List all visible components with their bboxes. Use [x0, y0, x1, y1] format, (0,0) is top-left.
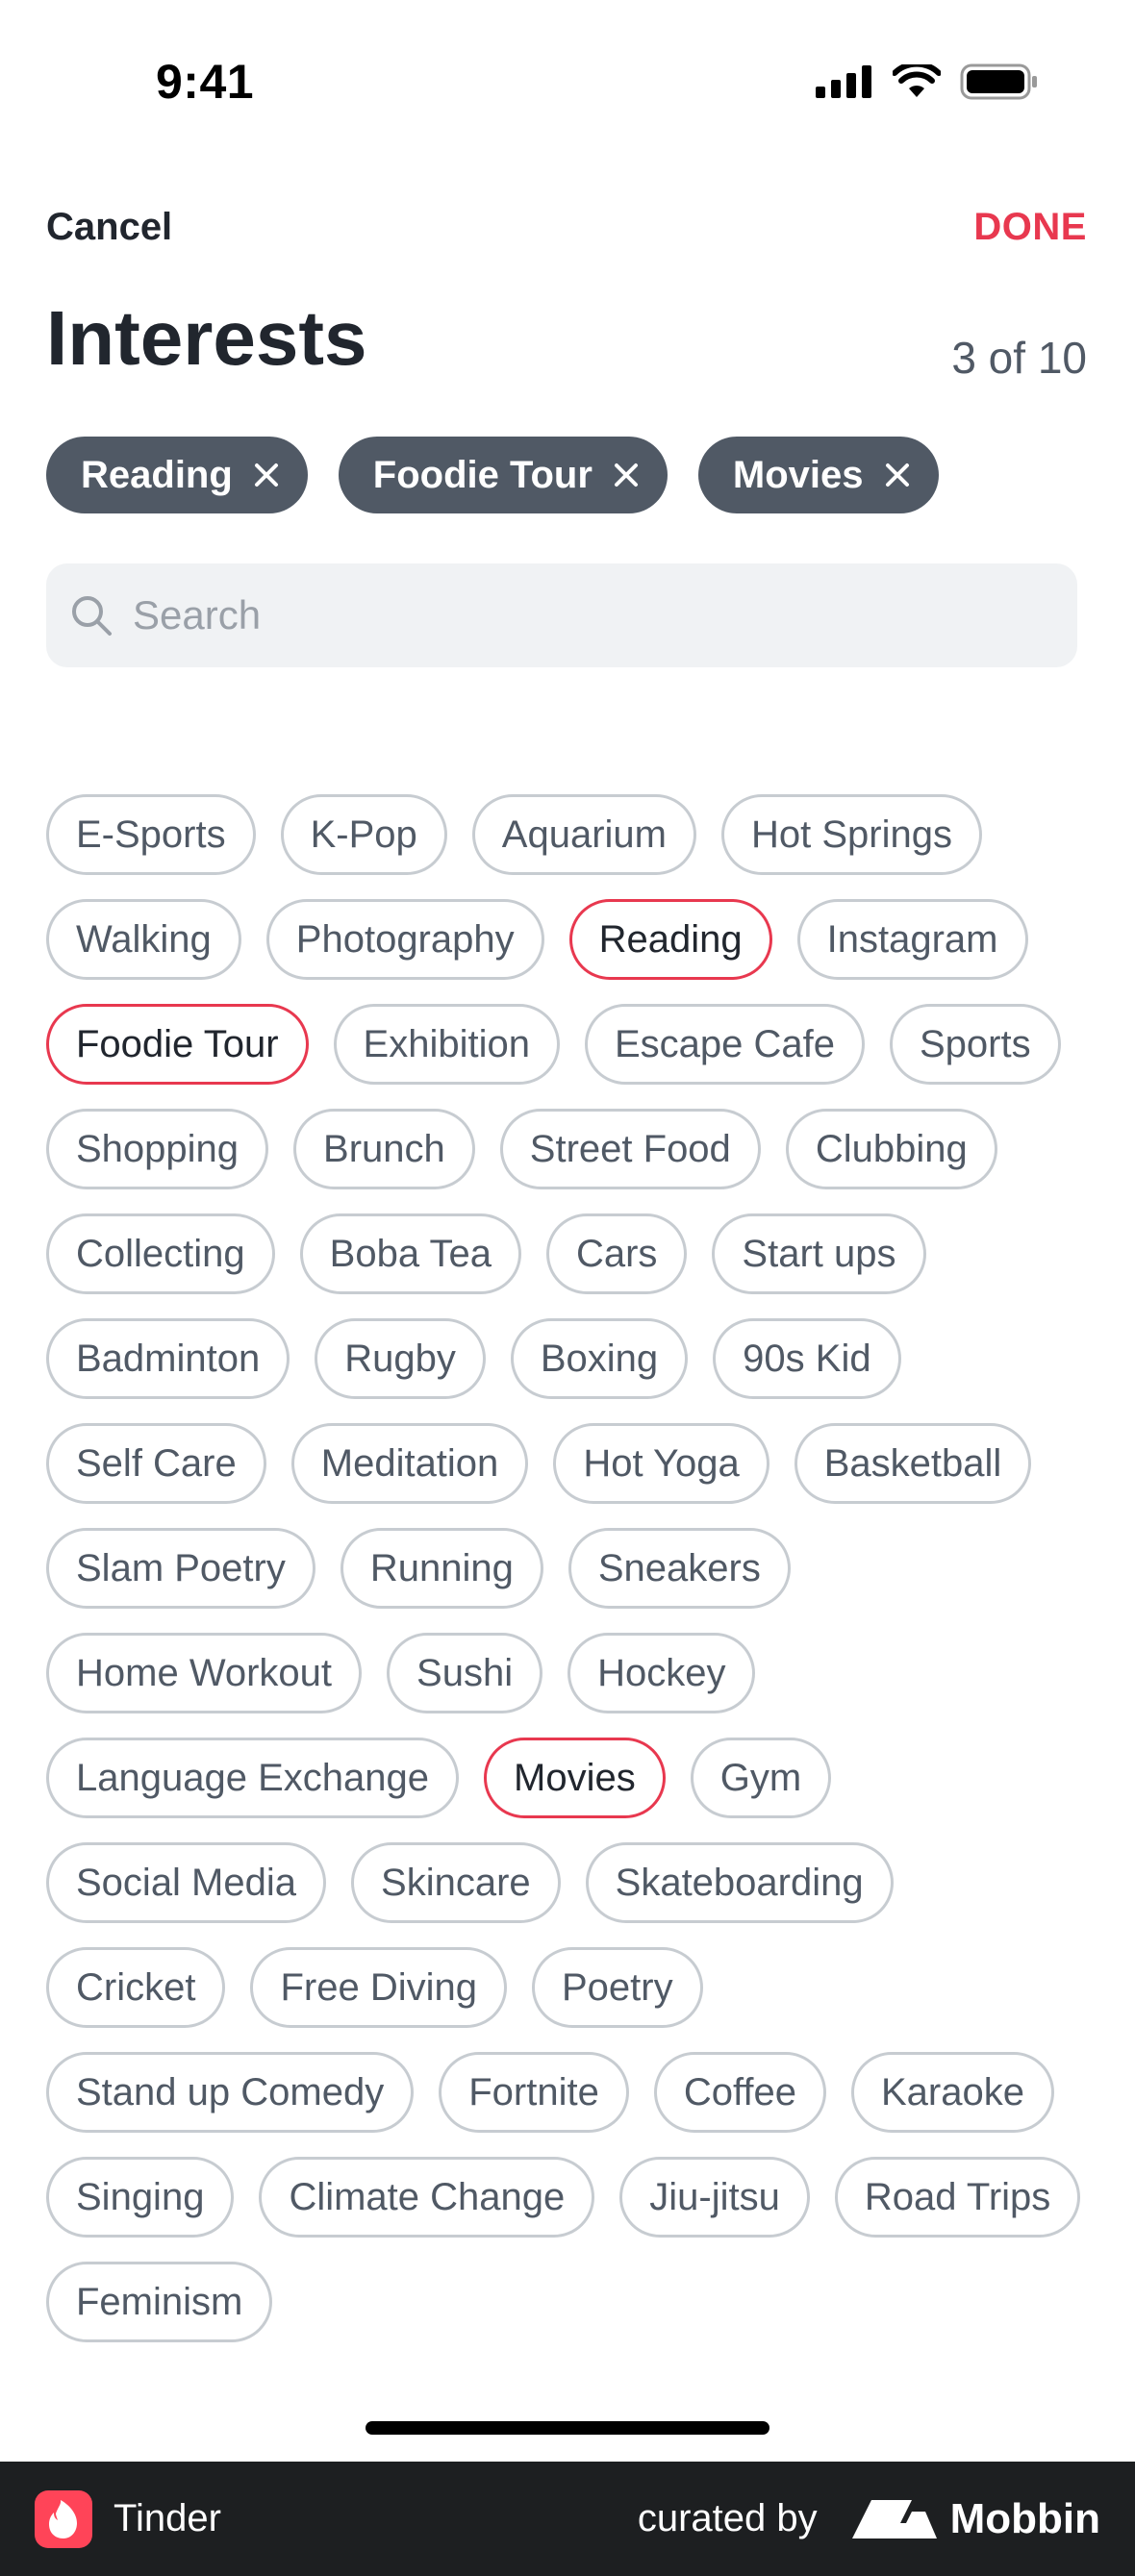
interest-chip[interactable]: Self Care	[46, 1423, 266, 1504]
brand-name: Mobbin	[949, 2494, 1100, 2542]
interest-chip[interactable]: Basketball	[794, 1423, 1032, 1504]
interest-chip[interactable]: Instagram	[796, 899, 1028, 980]
interest-chip[interactable]: Reading	[568, 899, 772, 980]
search-bar[interactable]	[46, 563, 1077, 667]
interest-chip[interactable]: Climate Change	[259, 2157, 595, 2238]
interest-chip[interactable]: Free Diving	[250, 1947, 507, 2028]
interest-chip[interactable]: Sushi	[387, 1633, 543, 1713]
interest-chip[interactable]: Start ups	[712, 1213, 926, 1294]
interest-chip[interactable]: Sports	[889, 1004, 1061, 1085]
interest-chip[interactable]: 90s Kid	[713, 1318, 901, 1399]
interest-chip[interactable]: Walking	[46, 899, 241, 980]
search-icon	[72, 596, 112, 636]
interest-chip[interactable]: Fortnite	[439, 2052, 629, 2133]
cellular-signal-icon	[816, 65, 871, 98]
interest-list: E-Sports K-Pop Aquarium Hot Springs Walking P…	[46, 794, 1095, 2448]
wifi-icon	[893, 64, 941, 97]
interest-chip[interactable]: E-Sports	[46, 794, 256, 875]
app-name: Tinder	[114, 2497, 221, 2539]
selected-chip[interactable]: Movies	[697, 437, 939, 513]
remove-icon[interactable]	[885, 463, 910, 488]
interest-chip[interactable]: Hot Yoga	[553, 1423, 769, 1504]
tinder-logo-icon	[35, 2489, 92, 2548]
interest-chip[interactable]: Exhibition	[333, 1004, 560, 1085]
interest-chip[interactable]: Gym	[690, 1738, 832, 1818]
interest-chip[interactable]: Clubbing	[785, 1109, 997, 1189]
interest-chip[interactable]: Singing	[46, 2157, 235, 2238]
interest-chip[interactable]: Home Workout	[46, 1633, 363, 1713]
curated-by-label: curated by	[637, 2497, 818, 2539]
interest-chip[interactable]: Boba Tea	[299, 1213, 521, 1294]
interest-chip[interactable]: Street Food	[499, 1109, 761, 1189]
interest-chip[interactable]: Brunch	[293, 1109, 475, 1189]
remove-icon[interactable]	[614, 463, 639, 488]
home-indicator	[366, 2421, 769, 2435]
interest-chip[interactable]: Foodie Tour	[46, 1004, 309, 1085]
interest-chip[interactable]: Rugby	[315, 1318, 486, 1399]
interest-chip[interactable]: Social Media	[46, 1842, 327, 1923]
interest-chip[interactable]: Cricket	[46, 1947, 226, 2028]
interest-chip[interactable]: Road Trips	[834, 2157, 1081, 2238]
interest-chip[interactable]: Feminism	[46, 2262, 273, 2342]
interest-chip[interactable]: Skateboarding	[585, 1842, 894, 1923]
remove-icon[interactable]	[254, 463, 279, 488]
interest-chip[interactable]: Running	[340, 1528, 543, 1609]
interest-chip[interactable]: Coffee	[653, 2052, 826, 2133]
interest-chip[interactable]: Boxing	[510, 1318, 689, 1399]
interest-chip[interactable]: Photography	[265, 899, 544, 980]
interest-chip[interactable]: K-Pop	[280, 794, 447, 875]
interest-chip[interactable]: Stand up Comedy	[46, 2052, 415, 2133]
interest-chip[interactable]: Hot Springs	[720, 794, 982, 875]
selected-chip[interactable]: Foodie Tour	[338, 437, 668, 513]
interest-chip[interactable]: Badminton	[46, 1318, 290, 1399]
interest-chip[interactable]: Karaoke	[850, 2052, 1054, 2133]
interest-chip[interactable]: Slam Poetry	[46, 1528, 315, 1609]
status-time: 9:41	[156, 55, 255, 109]
interest-chip[interactable]: Collecting	[46, 1213, 275, 1294]
interest-chip[interactable]: Meditation	[290, 1423, 529, 1504]
page-title: Interests	[46, 295, 367, 381]
selected-chip[interactable]: Reading	[46, 437, 308, 513]
mobbin-mark-icon	[851, 2499, 937, 2538]
interest-chip[interactable]: Shopping	[46, 1109, 269, 1189]
selected-interests: Reading Foodie Tour Movies	[46, 437, 939, 513]
mobbin-logo: Mobbin	[851, 2494, 1100, 2543]
selected-chip-label: Movies	[732, 453, 864, 496]
done-button[interactable]: DONE	[973, 206, 1087, 249]
selection-counter: 3 of 10	[951, 333, 1087, 383]
interest-chip[interactable]: Language Exchange	[46, 1738, 459, 1818]
interest-chip[interactable]: Poetry	[531, 1947, 703, 2028]
interest-chip[interactable]: Hockey	[568, 1633, 756, 1713]
interest-chip[interactable]: Jiu-jitsu	[619, 2157, 810, 2238]
interest-chip[interactable]: Cars	[545, 1213, 688, 1294]
interest-chip[interactable]: Movies	[484, 1738, 666, 1818]
interest-chip[interactable]: Sneakers	[568, 1528, 791, 1609]
interest-chip[interactable]: Escape Cafe	[584, 1004, 865, 1085]
interest-chip[interactable]: Skincare	[351, 1842, 561, 1923]
interest-chip[interactable]: Aquarium	[471, 794, 696, 875]
selected-chip-label: Reading	[81, 453, 233, 496]
battery-icon	[960, 63, 1037, 100]
selected-chip-label: Foodie Tour	[372, 453, 593, 496]
search-input[interactable]	[131, 591, 1000, 639]
cancel-button[interactable]: Cancel	[46, 206, 172, 249]
footer-bar: Tinder curated by Mobbin	[0, 2462, 1135, 2576]
status-icons	[816, 63, 1039, 100]
